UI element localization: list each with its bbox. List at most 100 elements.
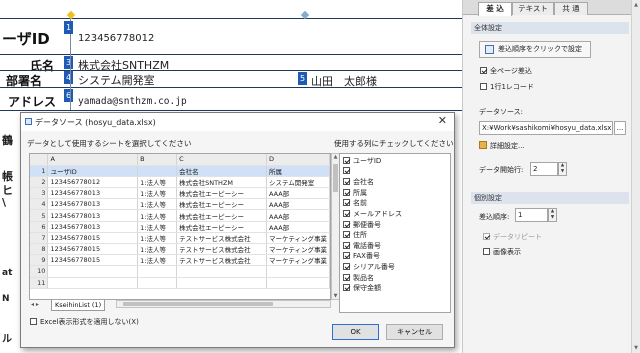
- grid-col-header[interactable]: C: [176, 154, 267, 166]
- grid-cell: [47, 277, 139, 289]
- grid-col-header[interactable]: D: [266, 154, 330, 166]
- field-value-email[interactable]: yamada@snthzm.co.jp: [78, 96, 187, 107]
- checkbox[interactable]: [343, 220, 350, 228]
- table-row[interactable]: 6 123456778013 1:法人等 株式会社エーピーシー AAA部: [30, 221, 330, 233]
- field-number-badge[interactable]: 4: [64, 71, 73, 84]
- checkbox[interactable]: [343, 199, 350, 207]
- grid-cell: テストサービス株式会社: [176, 254, 267, 267]
- one-line-option[interactable]: 1行1レコード: [480, 82, 534, 92]
- column-option[interactable]: 所属: [343, 188, 367, 199]
- column-option[interactable]: 会社名: [343, 177, 374, 188]
- tab-text[interactable]: テキスト: [512, 2, 554, 15]
- scroll-up-icon[interactable]: ▲: [332, 154, 339, 160]
- sheet-tab[interactable]: KseihinList (1): [51, 300, 106, 311]
- table-row[interactable]: 1 ユーザID 会社名 所属: [30, 165, 330, 177]
- detail-settings-link[interactable]: 詳細設定...: [479, 141, 525, 151]
- field-number-badge[interactable]: 5: [298, 72, 307, 85]
- table-row[interactable]: 4 123456778013 1:法人等 株式会社エーピーシー AAA部: [30, 198, 330, 211]
- checkbox[interactable]: [483, 248, 490, 255]
- checkbox[interactable]: [343, 166, 350, 174]
- dialog-titlebar[interactable]: データソース (hosyu_data.xlsx) ✕: [21, 113, 454, 131]
- grid-cell: 株式会社エーピーシー: [176, 198, 267, 211]
- column-option[interactable]: 電話番号: [343, 241, 381, 252]
- checkbox[interactable]: [30, 318, 37, 325]
- all-pages-option[interactable]: 全ページ差込: [480, 66, 532, 76]
- scroll-thumb[interactable]: [333, 164, 338, 192]
- ok-button[interactable]: OK: [332, 324, 379, 340]
- start-row-spinner[interactable]: ▲ ▼: [558, 162, 567, 176]
- table-row[interactable]: 5 123456778013 1:法人等 株式会社エーピーシー AAA部: [30, 209, 330, 222]
- grid-cell: 123456778013: [47, 187, 139, 200]
- panel-scrollbar[interactable]: ▲ ▼: [631, 0, 640, 353]
- checkbox[interactable]: [480, 67, 487, 74]
- table-row[interactable]: 8 123456778015 1:法人等 テストサービス株式会社 マーケティング事業: [30, 243, 330, 256]
- tab-common[interactable]: 共 通: [554, 2, 588, 15]
- table-row[interactable]: 7 123456778015 1:法人等 テストサービス株式会社 マーケティング事業: [30, 232, 330, 245]
- grid-cell: AAA部: [266, 209, 330, 222]
- checkbox[interactable]: [343, 241, 350, 249]
- grid-cell: 株式会社エーピーシー: [176, 187, 267, 200]
- order-click-button[interactable]: 差込順序をクリックで設定: [479, 41, 591, 58]
- checkbox[interactable]: [343, 231, 350, 239]
- data-repeat-option[interactable]: データリピート: [483, 232, 542, 242]
- grid-cell: 123456778013: [47, 198, 139, 211]
- column-option[interactable]: ユーザID: [343, 156, 381, 167]
- column-option[interactable]: シリアル番号: [343, 262, 395, 273]
- grid-col-header[interactable]: A: [47, 154, 139, 166]
- field-number-badge[interactable]: 6: [64, 89, 73, 102]
- table-row[interactable]: 11: [30, 277, 330, 289]
- grid-cell: 1:法人等: [137, 254, 178, 267]
- column-option[interactable]: 郵便番号: [343, 220, 381, 231]
- checkbox[interactable]: [480, 83, 487, 90]
- field-number-badge[interactable]: 3: [64, 56, 73, 69]
- column-option[interactable]: 住所: [343, 230, 367, 241]
- grid-cell: マーケティング事業: [266, 243, 330, 256]
- checkbox[interactable]: [483, 233, 490, 240]
- order-spinner[interactable]: ▲ ▼: [548, 208, 557, 222]
- scroll-down-icon[interactable]: ▼: [632, 345, 640, 351]
- checkbox[interactable]: [343, 157, 350, 164]
- column-option[interactable]: [343, 166, 353, 178]
- column-option-label: 住所: [353, 231, 367, 240]
- grid-col-header[interactable]: B: [137, 154, 178, 166]
- checkbox[interactable]: [343, 252, 350, 260]
- browse-button[interactable]: ...: [614, 121, 626, 135]
- column-option[interactable]: FAX番号: [343, 251, 380, 262]
- checkbox[interactable]: [343, 188, 350, 196]
- checkbox[interactable]: [343, 210, 350, 217]
- column-option[interactable]: 名前: [343, 198, 367, 209]
- start-row-input[interactable]: 2: [530, 162, 558, 176]
- table-row[interactable]: 9 123456778015 1:法人等 テストサービス株式会社 マーケティング事業: [30, 254, 330, 267]
- partial-text: 鶴: [2, 134, 13, 147]
- grid-header-row: A B C D: [30, 154, 330, 166]
- image-display-option[interactable]: 画像表示: [483, 247, 521, 257]
- sheet-nav-icon[interactable]: ◂ ▸: [31, 301, 39, 308]
- settings-icon: [479, 141, 487, 149]
- column-option[interactable]: 保守金額: [343, 283, 381, 294]
- column-option[interactable]: メールアドレス: [343, 209, 402, 220]
- checkbox[interactable]: [343, 178, 350, 186]
- checkbox[interactable]: [343, 273, 350, 281]
- grid-horizontal-scrollbar[interactable]: [116, 300, 331, 308]
- order-input[interactable]: 1: [515, 208, 548, 222]
- table-row[interactable]: 2 123456778012 1:法人等 株式会社SNTHZM システム開発室: [30, 176, 330, 189]
- grid-row-header: 2: [30, 176, 49, 189]
- close-icon[interactable]: ✕: [438, 114, 447, 127]
- scroll-up-icon[interactable]: ▲: [632, 2, 640, 8]
- field-value-department[interactable]: システム開発室: [78, 72, 155, 88]
- field-value-userid[interactable]: 123456778012: [78, 33, 154, 44]
- table-row[interactable]: 10: [30, 265, 330, 278]
- excel-format-option[interactable]: Excel表示形式を適用しない(X): [30, 317, 139, 327]
- sheet-preview-grid[interactable]: A B C D 1 ユーザID 会社名 所属 2 123456778012 1:法人等 株式…: [29, 153, 331, 300]
- field-number-badge[interactable]: 1: [64, 21, 73, 34]
- tab-insert[interactable]: 差 込: [478, 2, 512, 16]
- column-option[interactable]: 製品名: [343, 273, 374, 284]
- table-row[interactable]: 3 123456778013 1:法人等 株式会社エーピーシー AAA部: [30, 187, 330, 200]
- checkbox[interactable]: [343, 263, 350, 270]
- checkbox[interactable]: [343, 284, 350, 292]
- datasource-path-field[interactable]: X:¥Work¥sashikomi¥hosyu_data.xlsx: [479, 121, 613, 135]
- column-option-label: 会社名: [353, 178, 374, 187]
- cancel-button[interactable]: キャンセル: [386, 324, 443, 340]
- scroll-thumb[interactable]: [123, 302, 273, 306]
- scroll-down-icon[interactable]: ▼: [332, 293, 339, 299]
